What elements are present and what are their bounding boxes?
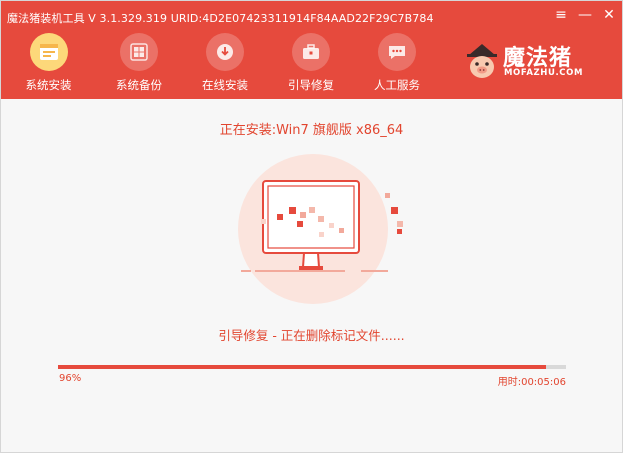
pig-mascot-icon (467, 44, 497, 78)
system-install-icon (29, 33, 68, 71)
nav-item-system-install[interactable]: 系统安装 (1, 33, 96, 95)
chat-icon (378, 33, 416, 71)
nav-label-system-backup: 系统备份 (116, 78, 162, 92)
windows-backup-icon (120, 33, 158, 71)
status-text: 引导修复 - 正在删除标记文件...... (218, 328, 405, 343)
nav-label-system-install: 系统安装 (25, 78, 72, 92)
nav-item-online-install[interactable]: 在线安装 (182, 33, 268, 95)
window-title: 魔法猪装机工具 V 3.1.329.319 URID:4D2E074233119… (7, 12, 434, 25)
nav-label-online-install: 在线安装 (202, 78, 248, 92)
installing-monitor-illustration (238, 154, 403, 304)
nav-item-system-backup[interactable]: 系统备份 (96, 33, 182, 95)
main-nav: 系统安装 系统备份 在线安装 引导修复 人工服务 (1, 33, 440, 95)
window-controls: ≡ — ✕ (554, 5, 616, 25)
brand-url: MOFAZHU.COM (504, 68, 584, 78)
install-title: 正在安装:Win7 旗舰版 x86_64 (219, 123, 404, 138)
download-icon (206, 33, 244, 71)
toolbox-icon (292, 33, 330, 71)
nav-item-boot-repair[interactable]: 引导修复 (268, 33, 354, 95)
installer-window: 魔法猪装机工具 V 3.1.329.319 URID:4D2E074233119… (0, 0, 623, 453)
header-bar: 魔法猪装机工具 V 3.1.329.319 URID:4D2E074233119… (1, 1, 622, 99)
nav-label-boot-repair: 引导修复 (288, 78, 334, 92)
progress-bar (58, 365, 566, 369)
progress-percent: 96% (59, 373, 82, 384)
nav-label-manual-service: 人工服务 (374, 78, 420, 92)
progress-fill (58, 365, 546, 369)
nav-item-manual-service[interactable]: 人工服务 (354, 33, 440, 95)
elapsed-time: 用时:00:05:06 (497, 377, 566, 388)
menu-icon[interactable]: ≡ (554, 5, 568, 25)
brand-logo: 魔法猪 MOFAZHU.COM (463, 41, 603, 81)
close-icon[interactable]: ✕ (602, 5, 616, 25)
minimize-icon[interactable]: — (578, 5, 592, 25)
